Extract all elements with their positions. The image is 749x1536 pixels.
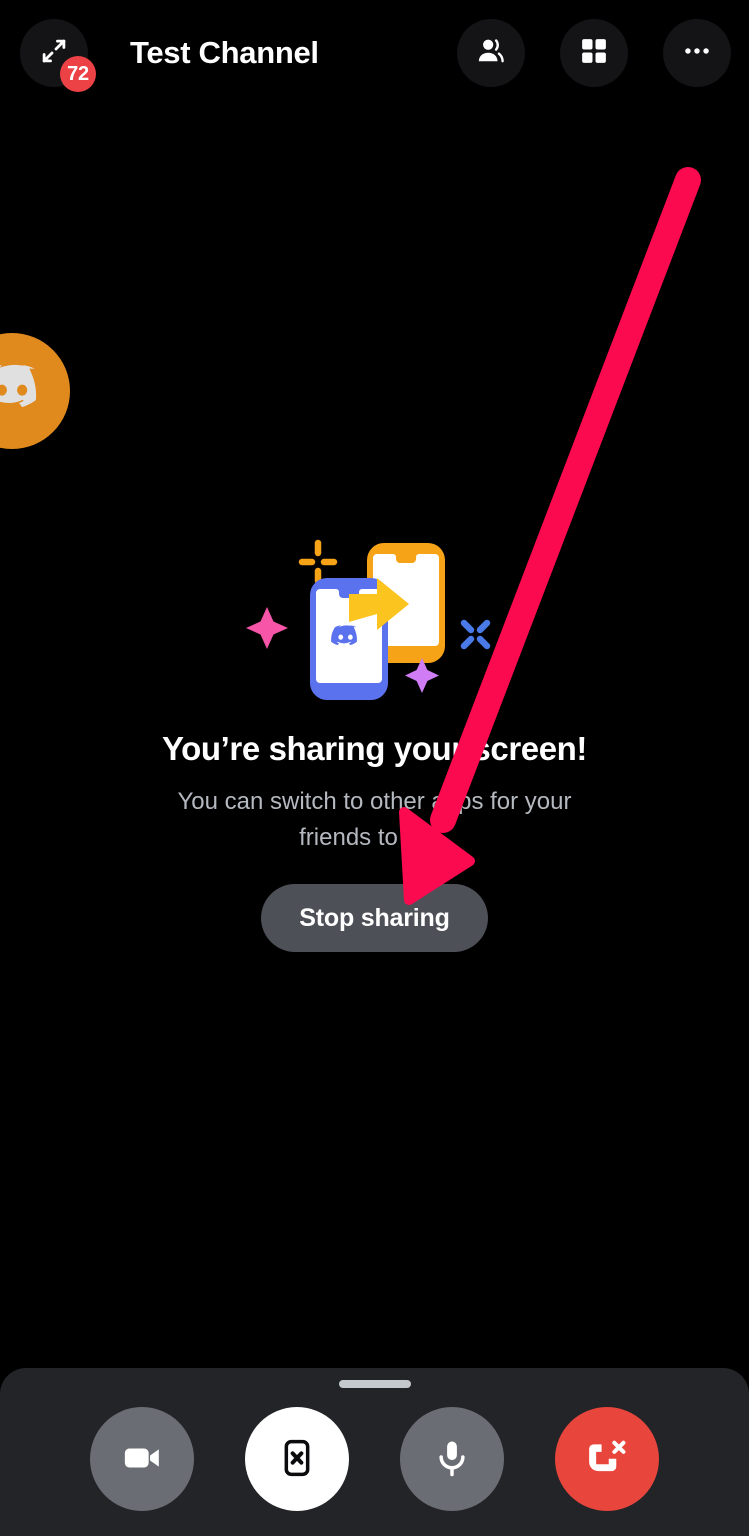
grid-icon xyxy=(579,36,609,71)
blue-sparkle xyxy=(464,623,487,646)
call-controls-row xyxy=(0,1407,749,1511)
participant-avatar[interactable] xyxy=(0,333,70,449)
purple-star xyxy=(405,658,439,693)
share-status-title: You’re sharing your screen! xyxy=(162,730,587,768)
video-camera-icon xyxy=(121,1437,163,1482)
stop-screen-share-button[interactable] xyxy=(245,1407,349,1511)
stop-sharing-button[interactable]: Stop sharing xyxy=(261,884,487,952)
share-status-subtitle: You can switch to other apps for your fr… xyxy=(160,784,590,856)
minimize-call-button[interactable]: 72 xyxy=(20,19,88,87)
orange-sparkle xyxy=(302,543,334,581)
grid-layout-button[interactable] xyxy=(560,19,628,87)
members-button[interactable] xyxy=(457,19,525,87)
drag-handle[interactable] xyxy=(339,1380,411,1388)
discord-screenshare-screen: 72 Test Channel xyxy=(0,0,749,1536)
call-controls-sheet xyxy=(0,1368,749,1536)
more-options-button[interactable] xyxy=(663,19,731,87)
people-icon xyxy=(474,34,508,73)
call-header: 72 Test Channel xyxy=(0,0,749,106)
microphone-icon xyxy=(431,1437,473,1482)
header-actions xyxy=(457,19,731,87)
discord-logo-icon xyxy=(0,356,45,427)
unread-badge: 72 xyxy=(60,56,96,92)
disconnect-call-button[interactable] xyxy=(555,1407,659,1511)
phone-screen-x-icon xyxy=(277,1438,317,1481)
channel-title: Test Channel xyxy=(130,0,319,106)
pink-star xyxy=(246,607,288,649)
more-horizontal-icon xyxy=(681,35,713,72)
toggle-camera-button[interactable] xyxy=(90,1407,194,1511)
screen-share-phones-illustration xyxy=(235,530,515,700)
discord-glyph xyxy=(331,625,357,645)
phone-hangup-icon xyxy=(586,1437,628,1482)
toggle-microphone-button[interactable] xyxy=(400,1407,504,1511)
screen-share-status-panel: You’re sharing your screen! You can swit… xyxy=(0,530,749,952)
